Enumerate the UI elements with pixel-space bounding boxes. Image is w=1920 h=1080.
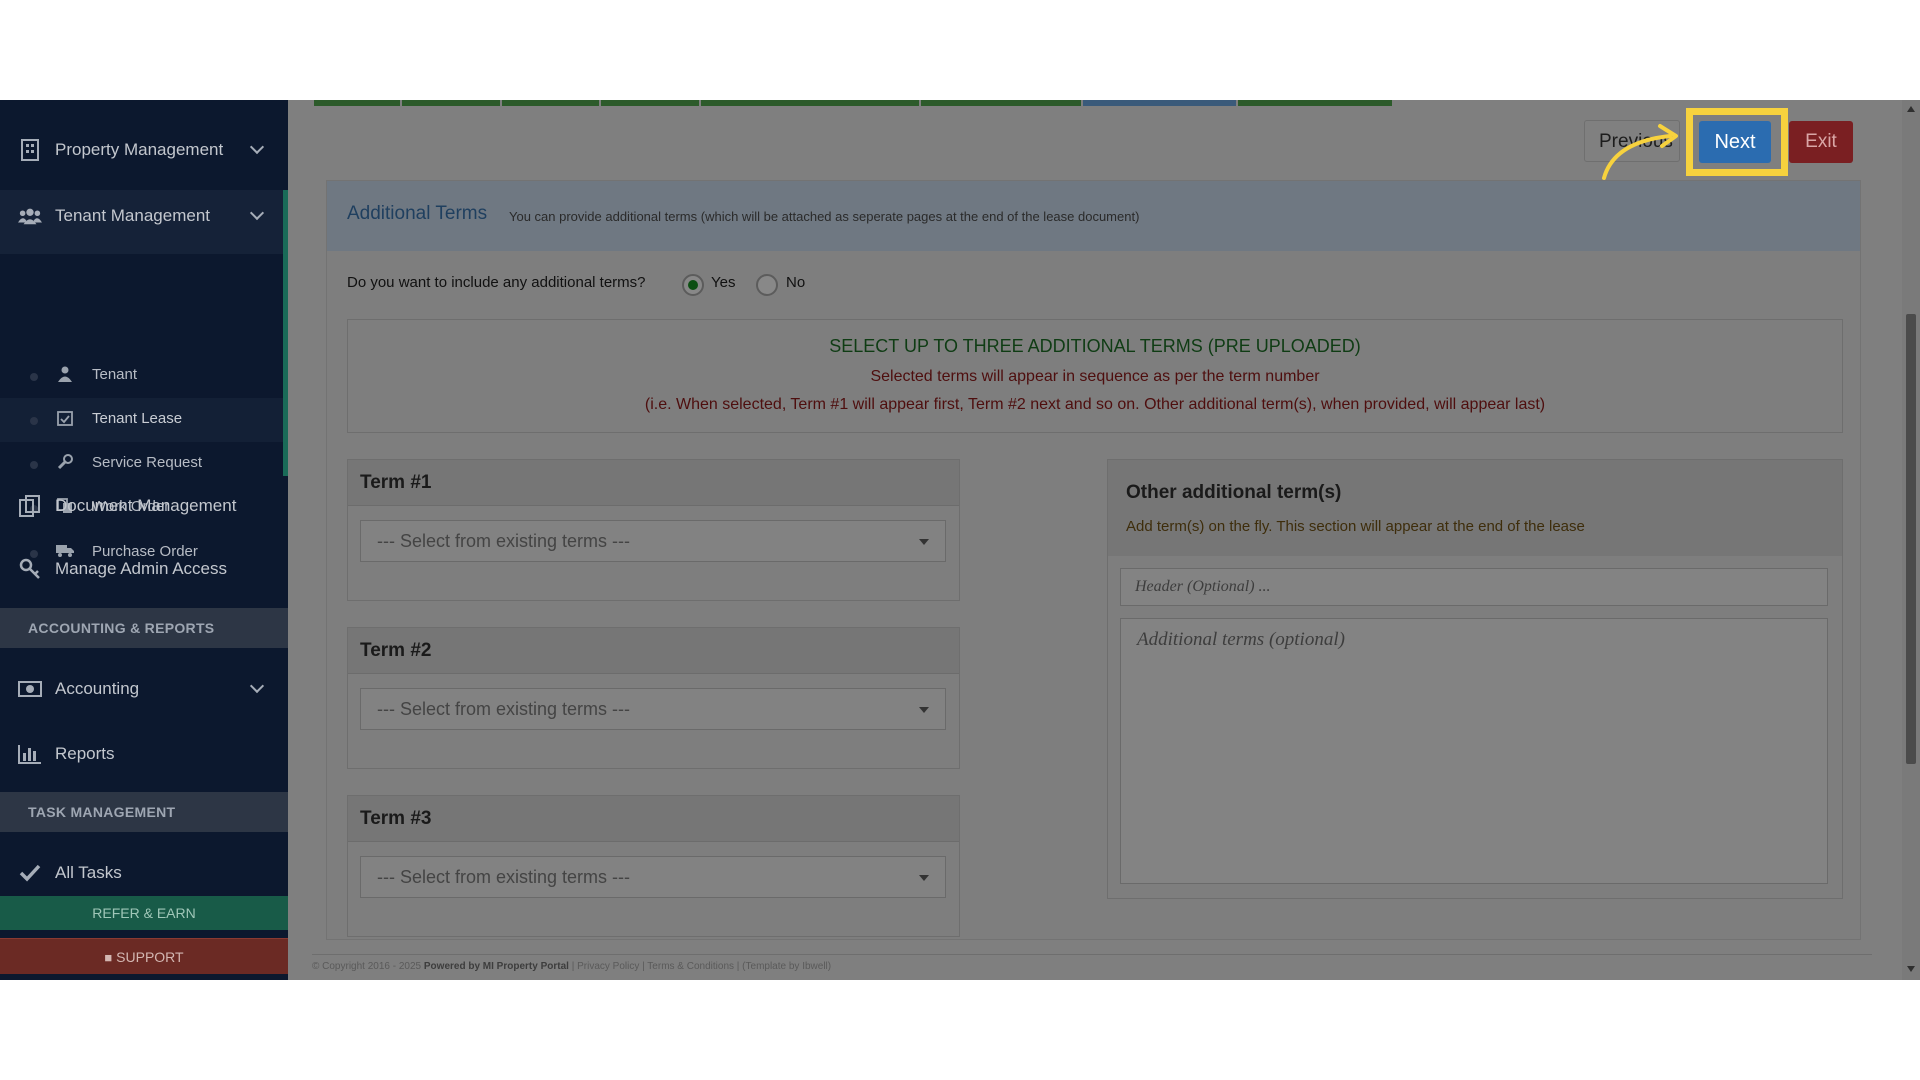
book-icon: ■ [104,950,113,965]
support-label: SUPPORT [116,949,184,965]
term-2-box: Term #2 --- Select from existing terms -… [347,627,960,769]
sidebar-subitem-label: Service Request [92,454,203,471]
scroll-down-icon[interactable] [1907,966,1915,972]
users-icon [18,204,42,228]
chevron-down-icon [249,678,265,694]
term-2-select[interactable]: --- Select from existing terms --- [360,688,946,730]
annotation-arrow-icon [1602,124,1678,180]
sidebar: Property Management Tenant Management Te… [0,100,288,980]
sidebar-subitem-label: Tenant Lease [92,410,183,427]
footer-links[interactable]: | Privacy Policy | Terms & Conditions | [572,961,740,972]
radio-no[interactable] [756,274,778,296]
building-icon [18,138,42,162]
progress-step [501,100,600,106]
bar-chart-icon [18,742,42,766]
sidebar-item-label: Reports [55,744,115,763]
term-header-input[interactable]: Header (Optional) ... [1120,568,1828,606]
notice-line: Selected terms will appear in sequence a… [870,368,1320,385]
progress-step [1238,100,1393,106]
sidebar-item-label: Document Management [55,496,237,515]
page-footer: © Copyright 2016 - 2025 Powered by MI Pr… [312,954,1872,972]
notice-heading: SELECT UP TO THREE ADDITIONAL TERMS (PRE… [829,336,1361,356]
progress-step [314,100,400,106]
term-3-select[interactable]: --- Select from existing terms --- [360,856,946,898]
radio-yes-label: Yes [711,274,736,291]
other-terms-subtitle: Add term(s) on the fly. This section wil… [1126,518,1585,535]
instructions-notice: SELECT UP TO THREE ADDITIONAL TERMS (PRE… [347,319,1843,433]
radio-yes[interactable] [682,274,704,296]
sidebar-item-label: Manage Admin Access [55,559,227,578]
other-terms-header: Other additional term(s) Add term(s) on … [1108,460,1842,556]
sidebar-subitem-service-request[interactable]: Service Request [0,442,283,486]
select-placeholder: --- Select from existing terms --- [377,867,631,887]
sidebar-subitem-label: Tenant [92,366,138,383]
sidebar-item-label: All Tasks [55,863,122,882]
section-header-accounting: ACCOUNTING & REPORTS [0,608,288,648]
select-placeholder: --- Select from existing terms --- [377,699,631,719]
term-label: Term #1 [348,460,959,506]
wrench-icon [56,454,74,472]
user-icon [56,366,74,384]
check-icon [18,861,42,885]
additional-terms-panel: Additional Terms You can provide additio… [326,180,1861,940]
caret-down-icon [919,707,929,713]
progress-step [920,100,1081,106]
progress-step [401,100,500,106]
term-3-box: Term #3 --- Select from existing terms -… [347,795,960,937]
calendar-check-icon [56,410,74,428]
sidebar-subitem-tenant[interactable]: Tenant [0,354,283,398]
sidebar-subitem-label: Purchase Order [92,543,198,560]
other-terms-box: Other additional term(s) Add term(s) on … [1107,459,1843,899]
active-indicator [283,190,288,476]
footer-powered: Powered by MI Property Portal [423,961,569,972]
sidebar-item-label: Property Management [55,140,224,159]
documents-icon [18,494,42,518]
key-icon [18,557,42,581]
select-placeholder: --- Select from existing terms --- [377,531,631,551]
bullet-dot [30,461,38,469]
page-scrollbar[interactable] [1902,100,1920,980]
caret-down-icon [919,875,929,881]
money-icon [18,677,42,701]
term-label: Term #2 [348,628,959,674]
next-button[interactable]: Next [1699,121,1771,163]
other-terms-title: Other additional term(s) [1126,482,1342,503]
notice-line: (i.e. When selected, Term #1 will appear… [644,396,1546,413]
bullet-dot [30,373,38,381]
scroll-up-icon[interactable] [1907,106,1915,112]
sidebar-item-label: Accounting [55,679,140,698]
progress-step [601,100,700,106]
sidebar-subitem-tenant-lease[interactable]: Tenant Lease [0,398,283,442]
radio-no-label: No [786,274,806,291]
section-header-tasks: TASK MANAGEMENT [0,792,288,832]
app-screen: Property Management Tenant Management Te… [0,100,1920,980]
exit-button[interactable]: Exit [1789,121,1853,163]
caret-down-icon [919,539,929,545]
sidebar-item-label: Tenant Management [55,206,210,225]
panel-subtitle: You can provide additional terms (which … [509,209,1140,224]
panel-title: Additional Terms [347,203,488,224]
footer-copyright: © Copyright 2016 - 2025 [312,961,422,972]
refer-earn-button[interactable]: REFER & EARN [0,896,288,930]
bullet-dot [30,417,38,425]
chevron-down-icon [249,139,265,155]
term-label: Term #3 [348,796,959,842]
progress-step [1082,100,1237,106]
include-terms-question: Do you want to include any additional te… [347,274,646,291]
footer-template: (Template by Ibwell) [742,961,832,972]
progress-step [701,100,919,106]
term-1-box: Term #1 --- Select from existing terms -… [347,459,960,601]
term-1-select[interactable]: --- Select from existing terms --- [360,520,946,562]
wizard-progress [314,100,1394,106]
support-button[interactable]: ■ SUPPORT [0,938,288,974]
panel-header: Additional Terms You can provide additio… [327,181,1860,251]
scroll-thumb[interactable] [1906,314,1916,764]
additional-terms-textarea[interactable]: Additional terms (optional) [1120,618,1828,884]
